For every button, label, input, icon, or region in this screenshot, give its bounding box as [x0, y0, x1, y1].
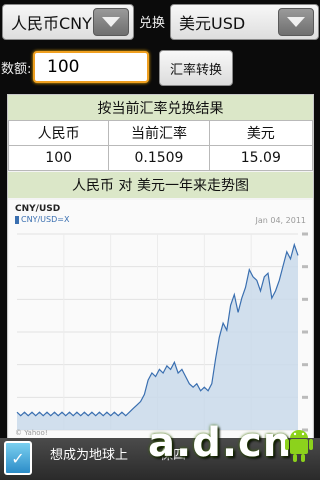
- from-currency-dropdown-button[interactable]: [93, 8, 129, 36]
- legend-label: CNY/USD=X: [21, 215, 70, 224]
- y-tick: [302, 395, 308, 399]
- column-header-rate: 当前汇率: [108, 120, 210, 146]
- y-tick: [302, 330, 308, 334]
- exchange-label: 兑换: [139, 16, 166, 31]
- column-header-usd: 美元: [208, 120, 314, 146]
- amount-input[interactable]: 100: [33, 51, 149, 83]
- result-table: 人民币 当前汇率 美元 100 0.1509 15.09: [7, 120, 314, 171]
- result-panel: 按当前汇率兑换结果 人民币 当前汇率 美元 100 0.1509 15.09 人…: [7, 94, 314, 441]
- chart-date: Jan 04, 2011: [255, 216, 307, 225]
- chart-title: 人民币 对 美元一年来走势图: [8, 172, 313, 198]
- chevron-down-icon: [102, 17, 120, 27]
- from-currency-spinner[interactable]: 人民币CNY: [2, 4, 134, 40]
- ad-cup-icon: ✓: [4, 441, 32, 475]
- ad-logo: a.d.cn: [148, 420, 293, 466]
- chart-legend: CNY/USD=X: [15, 215, 69, 224]
- chart-source: © Yahoo!: [15, 429, 48, 437]
- y-tick: [302, 265, 308, 269]
- to-currency-label: 美元USD: [179, 14, 246, 33]
- chevron-down-icon: [287, 17, 305, 27]
- ad-text-part1: 想成为地球上: [50, 448, 129, 463]
- cell-rate: 0.1509: [108, 145, 210, 171]
- cell-cny-amount: 100: [7, 145, 110, 171]
- cell-usd-amount: 15.09: [208, 145, 314, 171]
- to-currency-dropdown-button[interactable]: [278, 8, 314, 36]
- android-icon: [285, 430, 313, 462]
- chart-pair-label: CNY/USD: [15, 204, 61, 214]
- from-currency-label: 人民币CNY: [11, 14, 92, 33]
- y-tick: [302, 232, 308, 236]
- column-header-cny: 人民币: [7, 120, 110, 146]
- table-header-row: 人民币 当前汇率 美元: [7, 120, 314, 146]
- chart-svg: [16, 232, 308, 432]
- y-tick: [302, 297, 308, 301]
- amount-label: 数额:: [1, 62, 32, 77]
- trend-chart: CNY/USD CNY/USD=X Jan 04, 2011 © Yahoo!: [9, 200, 312, 440]
- table-row: 100 0.1509 15.09: [7, 145, 314, 171]
- convert-button[interactable]: 汇率转换: [159, 50, 233, 86]
- y-tick: [302, 363, 308, 367]
- legend-swatch: [15, 215, 19, 224]
- result-title: 按当前汇率兑换结果: [8, 95, 313, 121]
- to-currency-spinner[interactable]: 美元USD: [170, 4, 319, 40]
